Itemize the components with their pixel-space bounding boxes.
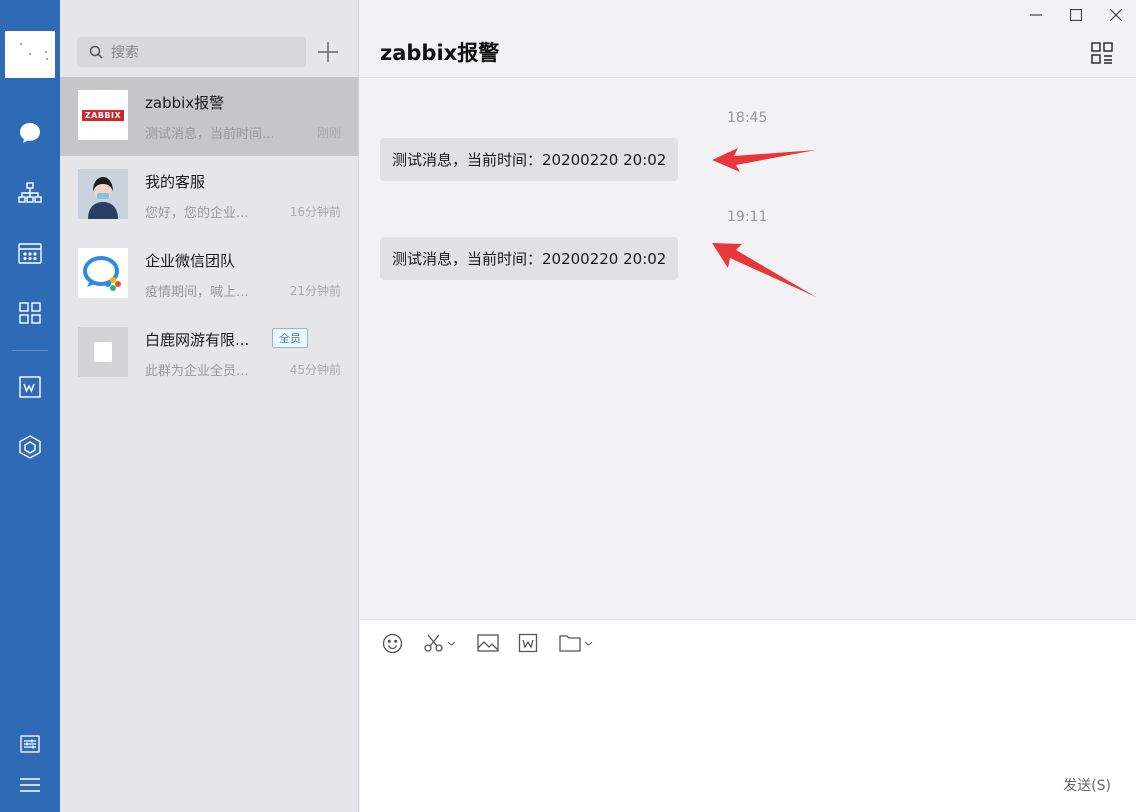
- maximize-icon[interactable]: [1056, 0, 1096, 30]
- conversation-time: 16分钟前: [289, 205, 341, 219]
- word-doc-icon[interactable]: [518, 632, 538, 654]
- conversation-name: 白鹿网游有限...: [145, 331, 250, 349]
- support-agent-avatar: [78, 169, 128, 219]
- search-placeholder: 搜索: [111, 45, 139, 61]
- org-chart-icon[interactable]: [15, 178, 45, 208]
- conversation-name: zabbix报警: [145, 94, 225, 112]
- conversation-item[interactable]: 白鹿网游有限... 全员 此群为企业全员... 45分钟前: [60, 314, 358, 393]
- chat-title: zabbix报警: [380, 41, 500, 65]
- message-bubble[interactable]: 测试消息，当前时间：20200220 20:02: [380, 237, 679, 280]
- conversation-time: 刚刚: [316, 126, 341, 140]
- rail-divider: [12, 350, 48, 351]
- annotation-arrow: [712, 243, 816, 297]
- conversation-time: 45分钟前: [289, 363, 341, 377]
- chat-header-divider: [360, 77, 1136, 78]
- message-timestamp: 19:11: [727, 209, 768, 225]
- chat-info-icon[interactable]: [1091, 42, 1113, 64]
- close-icon[interactable]: [1096, 0, 1136, 30]
- conversation-preview: 您好，您的企业...: [145, 206, 249, 221]
- message-timestamp: 18:45: [727, 110, 768, 126]
- menu-icon[interactable]: [15, 770, 45, 800]
- screenshot-scissors-icon[interactable]: [423, 632, 456, 654]
- chat-panel: zabbix报警 18:45 测试消息，当前时间：20200220 20:02 …: [360, 0, 1136, 812]
- settings-icon[interactable]: [15, 729, 45, 759]
- zabbix-avatar: ZABBIX: [78, 90, 128, 140]
- image-icon[interactable]: [477, 632, 499, 654]
- conversation-preview: 此群为企业全员...: [145, 364, 249, 379]
- nav-rail: [0, 0, 60, 812]
- conversation-list: 搜索 ZABBIX zabbix报警 测试消息，当前时间... 刚刚 我的客服 …: [60, 0, 359, 812]
- search-input[interactable]: 搜索: [77, 37, 306, 67]
- group-avatar: [78, 327, 128, 377]
- doc-w-icon[interactable]: [15, 372, 45, 402]
- minimize-icon[interactable]: [1016, 0, 1056, 30]
- wecom-window: 搜索 ZABBIX zabbix报警 测试消息，当前时间... 刚刚 我的客服 …: [0, 0, 1136, 812]
- calendar-icon[interactable]: [15, 238, 45, 268]
- conversation-item[interactable]: ZABBIX zabbix报警 测试消息，当前时间... 刚刚: [60, 77, 358, 156]
- add-button[interactable]: [316, 40, 340, 64]
- conversation-item[interactable]: 企业微信团队 疫情期间，喊上... 21分钟前: [60, 235, 358, 314]
- conversation-name: 企业微信团队: [145, 252, 236, 270]
- all-staff-badge: 全员: [272, 328, 308, 348]
- window-controls: [1016, 0, 1136, 30]
- message-composer[interactable]: 发送(S): [360, 619, 1136, 812]
- cube-icon[interactable]: [15, 432, 45, 462]
- send-button[interactable]: 发送(S): [1063, 775, 1111, 795]
- chat-icon[interactable]: [15, 118, 45, 148]
- conversation-name: 我的客服: [145, 173, 206, 191]
- emoji-icon[interactable]: [382, 632, 403, 654]
- conversation-item[interactable]: 我的客服 您好，您的企业... 16分钟前: [60, 156, 358, 235]
- folder-icon[interactable]: [559, 632, 593, 654]
- search-icon: [89, 45, 103, 59]
- annotation-arrow: [712, 148, 816, 172]
- wecom-team-avatar: [78, 248, 128, 298]
- conversation-preview: 测试消息，当前时间...: [145, 127, 275, 142]
- conversation-preview: 疫情期间，喊上...: [145, 285, 249, 300]
- user-avatar[interactable]: [5, 31, 55, 78]
- apps-grid-icon[interactable]: [15, 298, 45, 328]
- message-bubble[interactable]: 测试消息，当前时间：20200220 20:02: [380, 138, 679, 181]
- conversation-time: 21分钟前: [289, 284, 341, 298]
